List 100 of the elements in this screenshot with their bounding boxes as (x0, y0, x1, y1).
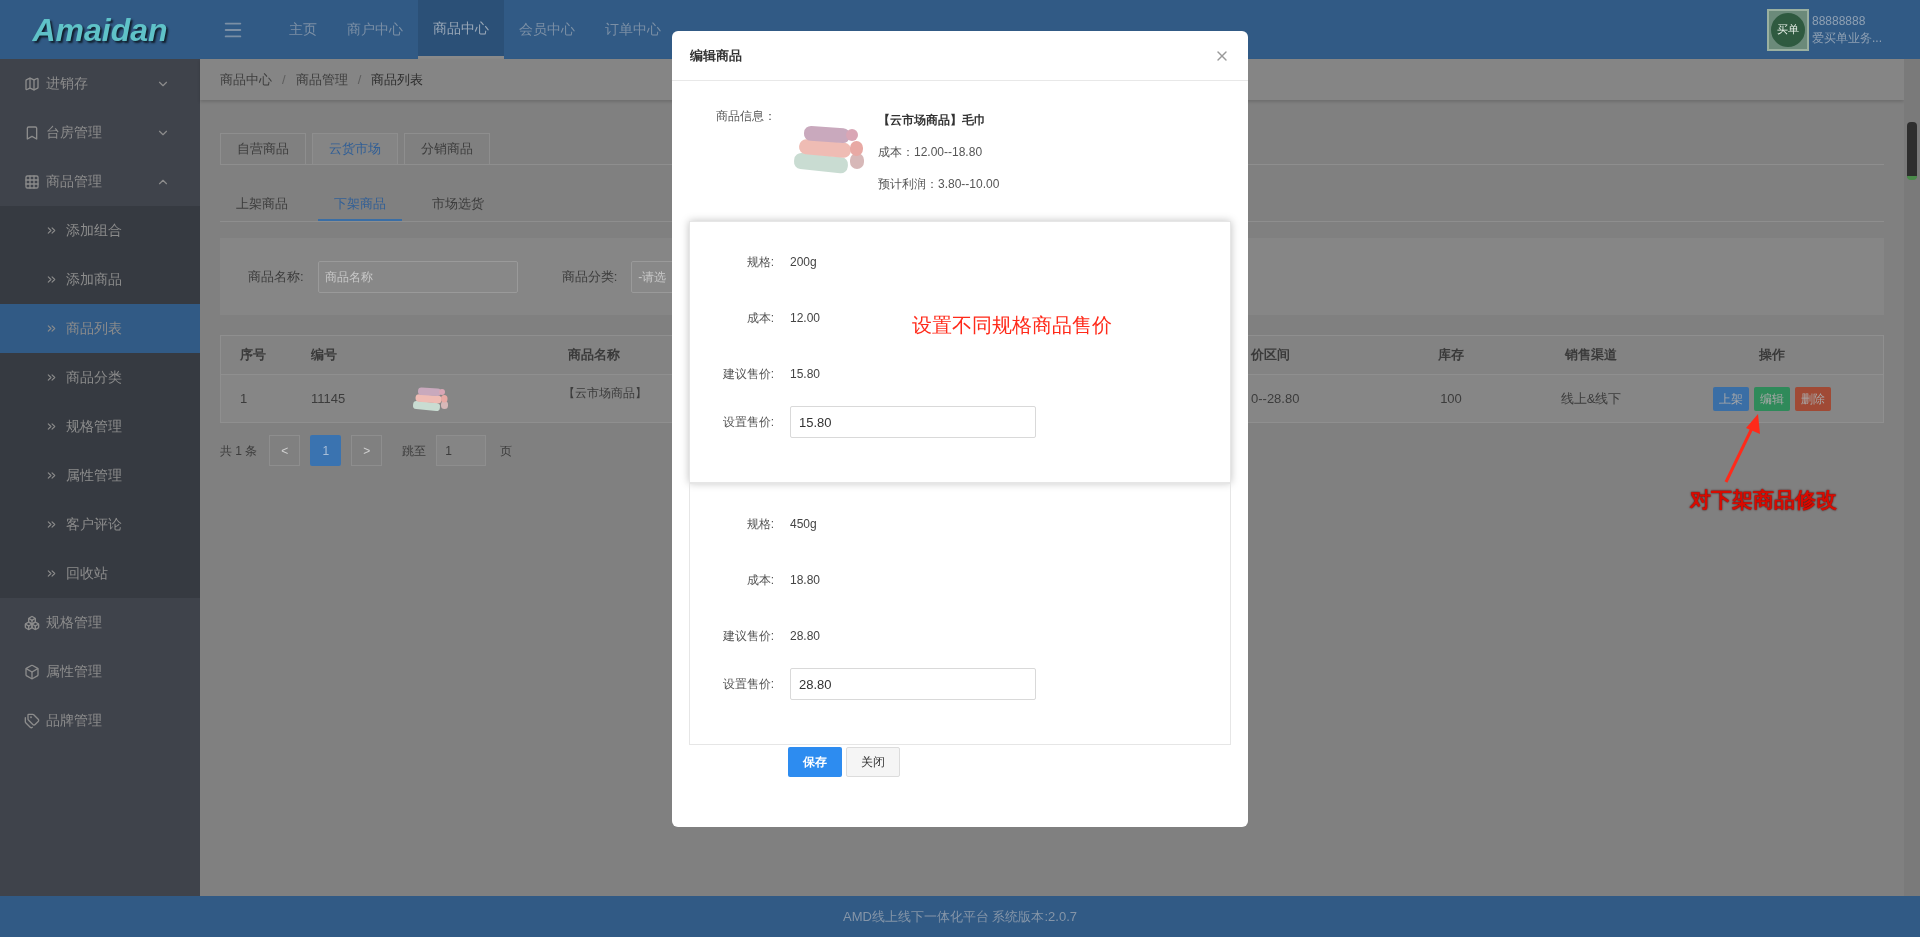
sidebar-item[interactable]: 规格管理 (0, 598, 200, 647)
sidebar-subitem[interactable]: 客户评论 (0, 500, 200, 549)
badge-text: 买单 (1771, 12, 1805, 47)
sidebar-subitem[interactable]: 商品分类 (0, 353, 200, 402)
spec-label: 规格: (745, 516, 775, 533)
table-cell-text: 11145 (311, 389, 347, 408)
double-chevron-icon (45, 420, 58, 433)
breadcrumb-item: 商品列表 (371, 70, 424, 89)
filter-field[interactable]: 商品名称 (317, 260, 518, 293)
map-icon (24, 75, 40, 92)
annotation-text: 设置不同规格商品售价 (912, 313, 1112, 338)
sidebar-subitem[interactable]: 添加商品 (0, 255, 200, 304)
action-button[interactable]: 上架 (1713, 386, 1749, 411)
column-header: 库存 (1437, 346, 1465, 365)
product-cost: 成本：12.00--18.80 (878, 144, 984, 161)
filter-label: 商品名称: (248, 267, 304, 286)
table-cell-text: 1 (239, 389, 249, 408)
double-chevron-icon (45, 224, 58, 237)
sidebar-item[interactable]: 品牌管理 (0, 696, 200, 745)
filter-label: 商品分类: (561, 267, 618, 286)
save-button[interactable]: 保存 (788, 747, 842, 777)
bookmark-icon (24, 124, 40, 141)
sidebar-subitem[interactable]: 添加组合 (0, 206, 200, 255)
nav-tab[interactable]: 会员中心 (504, 0, 590, 59)
sidebar-subitem[interactable]: 规格管理 (0, 402, 200, 451)
double-chevron-icon (45, 469, 58, 482)
dialog-title: 编辑商品 (690, 46, 742, 65)
table-cell-text: 线上&线下 (1559, 389, 1623, 408)
shop-name: 爱买单业务... (1812, 29, 1883, 47)
price-label: 设置售价: (721, 414, 775, 431)
boxes-icon (24, 614, 40, 631)
nav-tab[interactable]: 商品中心 (418, 0, 504, 59)
tags-icon (24, 712, 40, 729)
tab[interactable]: 上架商品 (236, 189, 288, 221)
product-name: 【云市场商品】毛巾 (878, 112, 987, 129)
column-header: 价区间 (1251, 346, 1291, 365)
annotation-arrow (1724, 414, 1760, 483)
box-icon (24, 663, 40, 680)
tab[interactable]: 自营商品 (220, 133, 306, 164)
page-field[interactable]: 1 (436, 435, 487, 466)
account-id: 88888888 (1812, 12, 1867, 30)
double-chevron-icon (45, 371, 58, 384)
column-header: 序号 (239, 346, 267, 365)
nav-tab[interactable]: 商户中心 (332, 0, 418, 59)
close-button[interactable]: 关闭 (846, 747, 900, 777)
column-header: 商品名称 (567, 346, 621, 365)
spec-value: 18.80 (790, 572, 821, 589)
scrollbar[interactable] (1904, 59, 1920, 896)
spec-value: 15.80 (790, 366, 821, 383)
jump-label: 跳至 (402, 442, 427, 460)
breadcrumb-separator: / (282, 70, 286, 89)
grid-icon (24, 173, 40, 190)
breadcrumb-separator: / (357, 70, 362, 89)
tab[interactable]: 下架商品 (318, 189, 402, 221)
sidebar-subitem[interactable]: 属性管理 (0, 451, 200, 500)
spec-label: 建议售价: (721, 366, 775, 383)
page-unit: 页 (500, 442, 513, 460)
next-page-button[interactable]: > (351, 435, 383, 466)
product-profit: 预计利润：3.80--10.00 (878, 176, 1000, 193)
tab[interactable]: 云货市场 (312, 133, 398, 164)
total-count: 共 1 条 (220, 442, 258, 460)
spec-label: 成本: (745, 310, 775, 327)
sidebar-subitem[interactable]: 回收站 (0, 549, 200, 598)
nav-tab[interactable]: 主页 (274, 0, 332, 59)
column-header: 销售渠道 (1563, 346, 1618, 365)
table-cell: 【云市场商品】 (563, 386, 647, 400)
action-button[interactable]: 删除 (1795, 386, 1831, 411)
table-cell-text: 0--28.80 (1251, 389, 1301, 408)
sidebar-subitem[interactable]: 商品列表 (0, 304, 200, 353)
table-cell-text: 100 (1439, 389, 1463, 408)
column-header: 编号 (311, 346, 338, 365)
spec-value: 12.00 (790, 310, 821, 327)
spec-label: 成本: (745, 572, 775, 589)
action-button[interactable]: 编辑 (1754, 386, 1790, 411)
double-chevron-icon (45, 273, 58, 286)
spec-value: 450g (790, 516, 817, 533)
tab[interactable]: 分销商品 (404, 133, 490, 164)
nav-tab[interactable]: 订单中心 (590, 0, 676, 59)
column-header: 操作 (1758, 346, 1786, 365)
price-field[interactable]: 15.80 (790, 406, 1036, 438)
price-field[interactable]: 28.80 (790, 668, 1036, 700)
spec-value: 28.80 (790, 628, 821, 645)
spec-value: 200g (790, 254, 817, 271)
sidebar-item[interactable]: 商品管理 (0, 157, 200, 206)
sidebar-item[interactable]: 属性管理 (0, 647, 200, 696)
sidebar-item[interactable]: 台房管理 (0, 108, 200, 157)
prev-page-button[interactable]: < (269, 435, 301, 466)
spec-label: 建议售价: (721, 628, 775, 645)
sidebar-item[interactable]: 进销存 (0, 59, 200, 108)
spec-label: 规格: (745, 254, 775, 271)
double-chevron-icon (45, 567, 58, 580)
logo: Amaidan (32, 10, 168, 50)
breadcrumb-item[interactable]: 商品管理 (295, 69, 348, 90)
price-label: 设置售价: (721, 676, 775, 693)
field-label: 商品信息： (716, 108, 777, 125)
double-chevron-icon (45, 322, 58, 335)
double-chevron-icon (45, 518, 58, 531)
page-button[interactable]: 1 (310, 435, 342, 466)
breadcrumb-item[interactable]: 商品中心 (220, 69, 272, 90)
tab[interactable]: 市场选货 (432, 189, 484, 221)
